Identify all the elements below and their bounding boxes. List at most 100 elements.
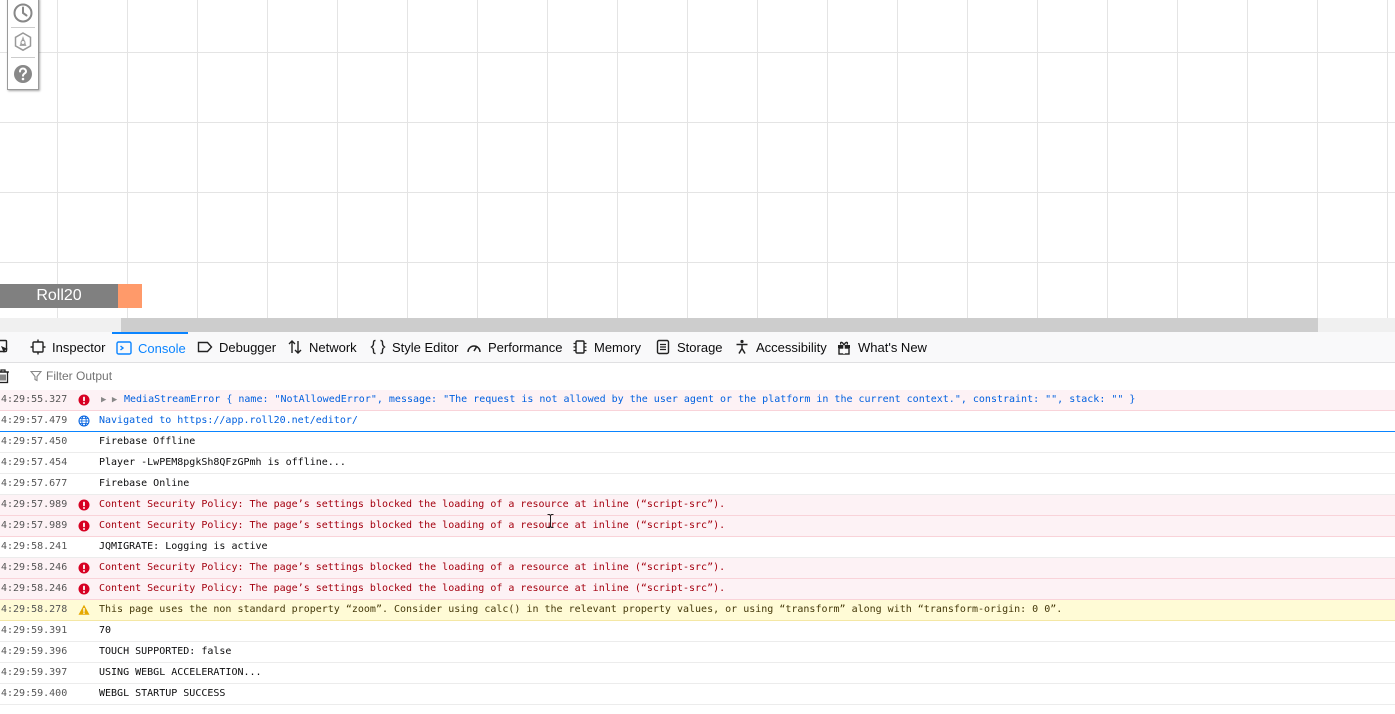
tab-style-editor[interactable]: Style Editor [366, 332, 462, 362]
tab-label: Storage [677, 339, 723, 355]
roll20-accent-button[interactable] [118, 284, 142, 308]
memory-icon [573, 340, 587, 354]
message-timestamp: 4:29:57.479 [1, 415, 68, 426]
message-text: WEBGL STARTUP SUCCESS [99, 688, 226, 699]
error-icon [78, 562, 90, 574]
message-timestamp: 4:29:59.396 [1, 646, 68, 657]
debugger-icon [197, 341, 213, 353]
console-message-row[interactable]: 4:29:58.278 This page uses the non standa… [0, 600, 1395, 621]
message-timestamp: 4:29:58.246 [1, 562, 68, 573]
tab-label: Console [138, 340, 186, 356]
message-timestamp: 4:29:58.246 [1, 583, 68, 594]
network-icon [288, 340, 302, 354]
funnel-icon [30, 370, 42, 382]
console-message-row[interactable]: 4:29:57.450 Firebase Offline [0, 432, 1395, 453]
message-timestamp: 4:29:57.989 [1, 499, 68, 510]
filter-box [30, 367, 346, 385]
message-timestamp: 4:29:57.677 [1, 478, 68, 489]
tab-label: Accessibility [756, 339, 827, 355]
message-timestamp: 4:29:57.989 [1, 520, 68, 531]
tab-label: Style Editor [392, 339, 459, 355]
tab-debugger[interactable]: Debugger [193, 332, 280, 362]
message-timestamp: 4:29:59.391 [1, 625, 68, 636]
console-message-row[interactable]: 4:29:57.454 Player -LwPEM8pgkSh8QFzGPmh i… [0, 453, 1395, 474]
message-timestamp: 4:29:55.327 [1, 394, 68, 405]
message-timestamp: 4:29:59.397 [1, 667, 68, 678]
message-timestamp: 4:29:58.241 [1, 541, 68, 552]
console-icon [116, 341, 132, 355]
element-picker-icon[interactable] [0, 339, 10, 355]
tab-storage[interactable]: Storage [651, 332, 727, 362]
tab-performance[interactable]: Performance [462, 332, 566, 362]
devtools-tabbar: Inspector Console Debugger Network Style… [0, 332, 1395, 363]
message-text: 70 [99, 625, 112, 636]
error-icon [78, 499, 90, 511]
toolbar-divider [11, 27, 35, 28]
scrollbar-thumb[interactable] [121, 318, 1318, 332]
message-timestamp: 4:29:57.454 [1, 457, 68, 468]
compass-icon[interactable] [12, 31, 34, 53]
console-message-row[interactable]: 4:29:57.677 Firebase Online [0, 474, 1395, 495]
tab-inspector[interactable]: Inspector [26, 332, 109, 362]
tab-accessibility[interactable]: Accessibility [730, 332, 831, 362]
expand-arrow-icon[interactable]: ▶ ▶ [101, 390, 117, 410]
text-cursor-icon [547, 514, 554, 528]
console-message-row[interactable]: 4:29:57.989 Content Security Policy: The … [0, 516, 1395, 537]
message-timestamp: 4:29:57.450 [1, 436, 68, 447]
storage-icon [656, 339, 670, 355]
performance-icon [467, 345, 481, 353]
game-canvas[interactable]: Roll20 [0, 0, 1395, 318]
message-text: TOUCH SUPPORTED: false [99, 646, 232, 657]
warning-icon [78, 604, 90, 616]
clock-icon[interactable] [12, 2, 34, 24]
tab-label: Inspector [52, 339, 106, 355]
tab-label: Debugger [219, 339, 277, 355]
tab-console[interactable]: Console [112, 332, 188, 362]
console-message-row[interactable]: 4:29:57.989 Content Security Policy: The … [0, 495, 1395, 516]
tab-whats-new[interactable]: What's New [832, 332, 931, 362]
trash-icon[interactable] [0, 368, 11, 384]
filter-output-input[interactable] [46, 369, 346, 383]
console-log: 4:29:55.327 ▶ ▶ MediaStreamError { name: "… [0, 390, 1395, 705]
tab-label: Network [309, 339, 357, 355]
vertical-toolbar [7, 0, 39, 90]
error-icon [78, 520, 90, 532]
message-text: USING WEBGL ACCELERATION... [99, 667, 262, 678]
tab-label: Memory [594, 339, 641, 355]
message-text: JQMIGRATE: Logging is active [99, 541, 268, 552]
roll20-tab[interactable]: Roll20 [0, 284, 118, 308]
message-text: Player -LwPEM8pgkSh8QFzGPmh is offline..… [99, 457, 346, 468]
inspector-icon [30, 339, 46, 355]
message-text: MediaStreamError { name: "NotAllowedErro… [124, 394, 1136, 405]
message-text: This page uses the non standard property… [99, 604, 1063, 615]
devtools-panel: Inspector Console Debugger Network Style… [0, 332, 1395, 714]
tab-label: Performance [488, 339, 563, 355]
console-filter-bar [0, 363, 1395, 391]
tab-network[interactable]: Network [283, 332, 361, 362]
error-icon [78, 394, 90, 406]
message-text: Content Security Policy: The page’s sett… [99, 562, 726, 573]
console-message-row[interactable]: 4:29:59.397 USING WEBGL ACCELERATION... [0, 663, 1395, 684]
tab-label: What's New [858, 339, 927, 355]
console-message-row[interactable]: 4:29:59.391 70 [0, 621, 1395, 642]
message-text: Content Security Policy: The page’s sett… [99, 520, 726, 531]
help-icon[interactable] [12, 63, 34, 85]
message-text: Firebase Online [99, 478, 190, 489]
console-message-row[interactable]: 4:29:58.246 Content Security Policy: The … [0, 579, 1395, 600]
tab-memory[interactable]: Memory [568, 332, 645, 362]
style-editor-icon [370, 339, 386, 355]
console-message-row[interactable]: 4:29:57.479 Navigated to https://app.roll… [0, 411, 1395, 432]
gift-icon [838, 341, 850, 355]
message-timestamp: 4:29:59.400 [1, 688, 68, 699]
console-message-row[interactable]: 4:29:55.327 ▶ ▶ MediaStreamError { name: "… [0, 390, 1395, 411]
message-text: Content Security Policy: The page’s sett… [99, 583, 726, 594]
console-message-row[interactable]: 4:29:59.396 TOUCH SUPPORTED: false [0, 642, 1395, 663]
horizontal-scrollbar[interactable] [0, 318, 1395, 332]
console-message-row[interactable]: 4:29:58.241 JQMIGRATE: Logging is active [0, 537, 1395, 558]
console-message-row[interactable]: 4:29:59.400 WEBGL STARTUP SUCCESS [0, 684, 1395, 705]
message-text: Content Security Policy: The page’s sett… [99, 499, 726, 510]
globe-icon [78, 415, 90, 427]
console-message-row[interactable]: 4:29:58.246 Content Security Policy: The … [0, 558, 1395, 579]
message-timestamp: 4:29:58.278 [1, 604, 68, 615]
accessibility-icon [736, 339, 748, 354]
